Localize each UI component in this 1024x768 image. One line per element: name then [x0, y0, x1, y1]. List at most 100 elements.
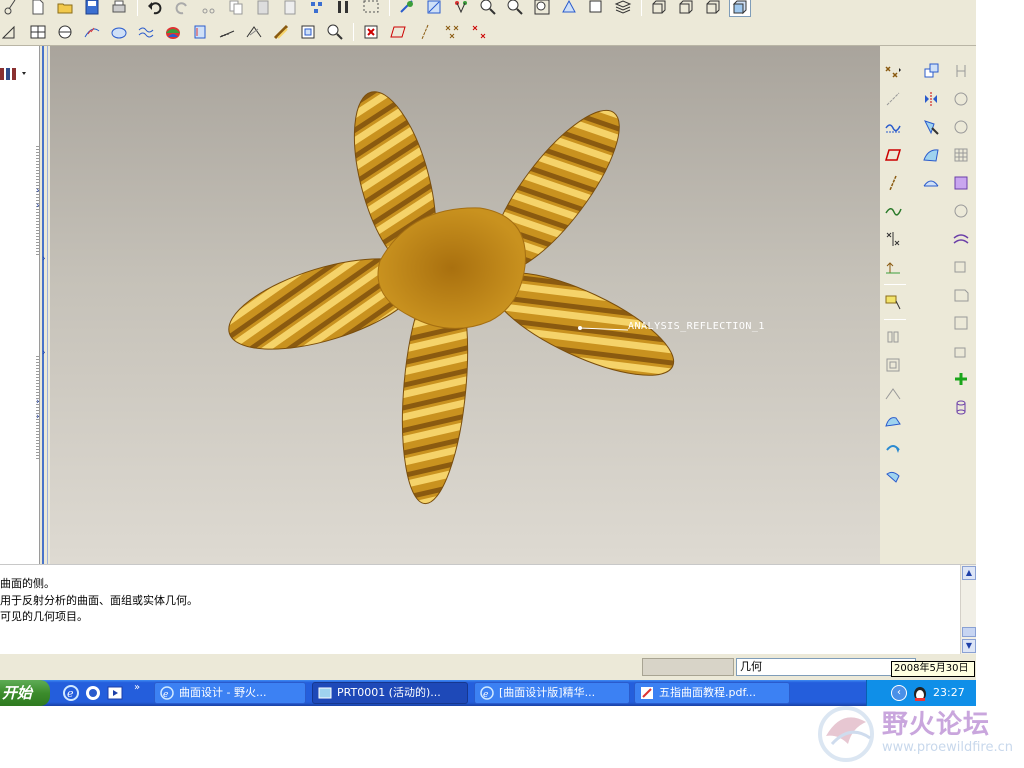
- section-analysis-icon[interactable]: [108, 22, 130, 42]
- tray-collapse-arrow-icon[interactable]: ‹: [891, 685, 907, 701]
- datum-point-icon[interactable]: [882, 60, 904, 82]
- datum-plane-icon[interactable]: [882, 144, 904, 166]
- repaint-icon[interactable]: [396, 0, 418, 17]
- layers-icon[interactable]: [612, 0, 634, 17]
- datum-axis-icon[interactable]: [882, 88, 904, 110]
- coordinate-system-icon[interactable]: [882, 256, 904, 278]
- five-finger-surface-model[interactable]: [50, 46, 880, 564]
- panel-sash[interactable]: › ›: [42, 46, 48, 564]
- shading-icon[interactable]: [729, 0, 751, 17]
- select-box-icon[interactable]: [360, 0, 382, 17]
- trim-icon[interactable]: [950, 284, 972, 306]
- orient-mode-icon[interactable]: [450, 0, 472, 17]
- datum-curve-icon[interactable]: [882, 200, 904, 222]
- model-tree-root-icon[interactable]: [0, 66, 26, 82]
- offset-surface-icon[interactable]: [950, 228, 972, 250]
- print-icon[interactable]: [108, 0, 130, 17]
- solidify-icon[interactable]: [950, 396, 972, 418]
- undo-icon[interactable]: [144, 0, 166, 17]
- fill-surface-icon[interactable]: [920, 172, 942, 194]
- no-hidden-icon[interactable]: [702, 0, 724, 17]
- axis-display-icon[interactable]: [414, 22, 436, 42]
- hole-icon[interactable]: [950, 200, 972, 222]
- extend-icon[interactable]: [950, 256, 972, 278]
- annotation-icon[interactable]: [882, 291, 904, 313]
- grid-table-icon[interactable]: [27, 22, 49, 42]
- add-icon[interactable]: [950, 368, 972, 390]
- thicken-icon[interactable]: [950, 172, 972, 194]
- mirror-icon[interactable]: [920, 88, 942, 110]
- cut-scissors-icon[interactable]: [198, 0, 220, 17]
- grid-pattern-icon[interactable]: [950, 144, 972, 166]
- media-player-icon[interactable]: [106, 684, 124, 702]
- offset-analysis-icon[interactable]: [135, 22, 157, 42]
- dihedral-analysis-icon[interactable]: [243, 22, 265, 42]
- refit-icon[interactable]: [531, 0, 553, 17]
- round-icon[interactable]: [950, 312, 972, 334]
- move-icon[interactable]: [920, 116, 942, 138]
- mass-properties-icon[interactable]: [54, 22, 76, 42]
- delete-analysis-icon[interactable]: [360, 22, 382, 42]
- spin-center-icon[interactable]: [423, 0, 445, 17]
- blend-icon[interactable]: [882, 410, 904, 432]
- zoom-out-icon[interactable]: [504, 0, 526, 17]
- internet-explorer-icon[interactable]: e: [62, 684, 80, 702]
- panel-grip-lower[interactable]: [36, 356, 40, 461]
- paste-icon[interactable]: [252, 0, 274, 17]
- point-cross-icon[interactable]: [882, 228, 904, 250]
- rib-icon[interactable]: [950, 116, 972, 138]
- model-tree-area[interactable]: › › › ›: [0, 46, 40, 564]
- sash-left-arrow-icon[interactable]: ›: [42, 254, 46, 264]
- variable-sweep-icon[interactable]: [882, 438, 904, 460]
- paste-special-icon[interactable]: [279, 0, 301, 17]
- zoom-in-icon[interactable]: [477, 0, 499, 17]
- analysis-reflection-label[interactable]: ANALYSIS_REFLECTION_1: [628, 321, 765, 332]
- taskbar-item-proe[interactable]: PRT0001 (活动的)...: [312, 682, 468, 704]
- shaded-curvature-icon[interactable]: [162, 22, 184, 42]
- copy-icon[interactable]: [225, 0, 247, 17]
- scroll-down-icon[interactable]: ▼: [962, 639, 976, 653]
- sketch-curve-icon[interactable]: [882, 116, 904, 138]
- browser-icon[interactable]: [84, 684, 102, 702]
- pattern-icon[interactable]: [950, 60, 972, 82]
- chamfer-icon[interactable]: [950, 340, 972, 362]
- slope-analysis-icon[interactable]: [216, 22, 238, 42]
- point-display-icon[interactable]: [441, 22, 463, 42]
- axis-line-icon[interactable]: [882, 172, 904, 194]
- selection-filter-dropdown[interactable]: 几何: [736, 658, 916, 676]
- model-tree-icon[interactable]: [333, 0, 355, 17]
- scroll-up-icon[interactable]: ▲: [962, 566, 976, 580]
- analysis-box-icon[interactable]: [297, 22, 319, 42]
- shell-icon[interactable]: [950, 88, 972, 110]
- regenerate-icon[interactable]: [306, 0, 328, 17]
- sweep-icon[interactable]: [882, 382, 904, 404]
- redo-icon[interactable]: [171, 0, 193, 17]
- measure-icon[interactable]: [0, 22, 22, 42]
- new-file-icon[interactable]: [27, 0, 49, 17]
- message-scrollbar[interactable]: ▲ ▼: [960, 565, 976, 655]
- open-folder-icon[interactable]: [54, 0, 76, 17]
- taskbar-item-browser-1[interactable]: e 曲面设计 - 野火...: [154, 682, 306, 704]
- taskbar-item-browser-2[interactable]: e [曲面设计版]精华...: [474, 682, 630, 704]
- save-icon[interactable]: [81, 0, 103, 17]
- reflection-analysis-icon[interactable]: [270, 22, 292, 42]
- saved-views-icon[interactable]: [585, 0, 607, 17]
- scroll-thumb[interactable]: [962, 627, 976, 637]
- revolve-icon[interactable]: [882, 354, 904, 376]
- wireframe-icon[interactable]: [648, 0, 670, 17]
- copy-surface-icon[interactable]: [920, 60, 942, 82]
- start-button[interactable]: 开始: [0, 680, 50, 706]
- curvature-icon[interactable]: [81, 22, 103, 42]
- taskbar-item-pdf[interactable]: 五指曲面教程.pdf...: [634, 682, 790, 704]
- boundary-blend-icon[interactable]: [882, 466, 904, 488]
- reorient-icon[interactable]: [558, 0, 580, 17]
- plane-display-icon[interactable]: [387, 22, 409, 42]
- zoom-analysis-icon[interactable]: [324, 22, 346, 42]
- style-surface-icon[interactable]: [920, 144, 942, 166]
- graphics-window[interactable]: ANALYSIS_REFLECTION_1: [50, 46, 880, 564]
- sash-right-arrow-icon[interactable]: ›: [42, 348, 46, 358]
- extrude-icon[interactable]: [882, 326, 904, 348]
- quick-launch-chevron-icon[interactable]: »: [134, 682, 140, 693]
- csys-display-icon[interactable]: [468, 22, 490, 42]
- hidden-line-icon[interactable]: [675, 0, 697, 17]
